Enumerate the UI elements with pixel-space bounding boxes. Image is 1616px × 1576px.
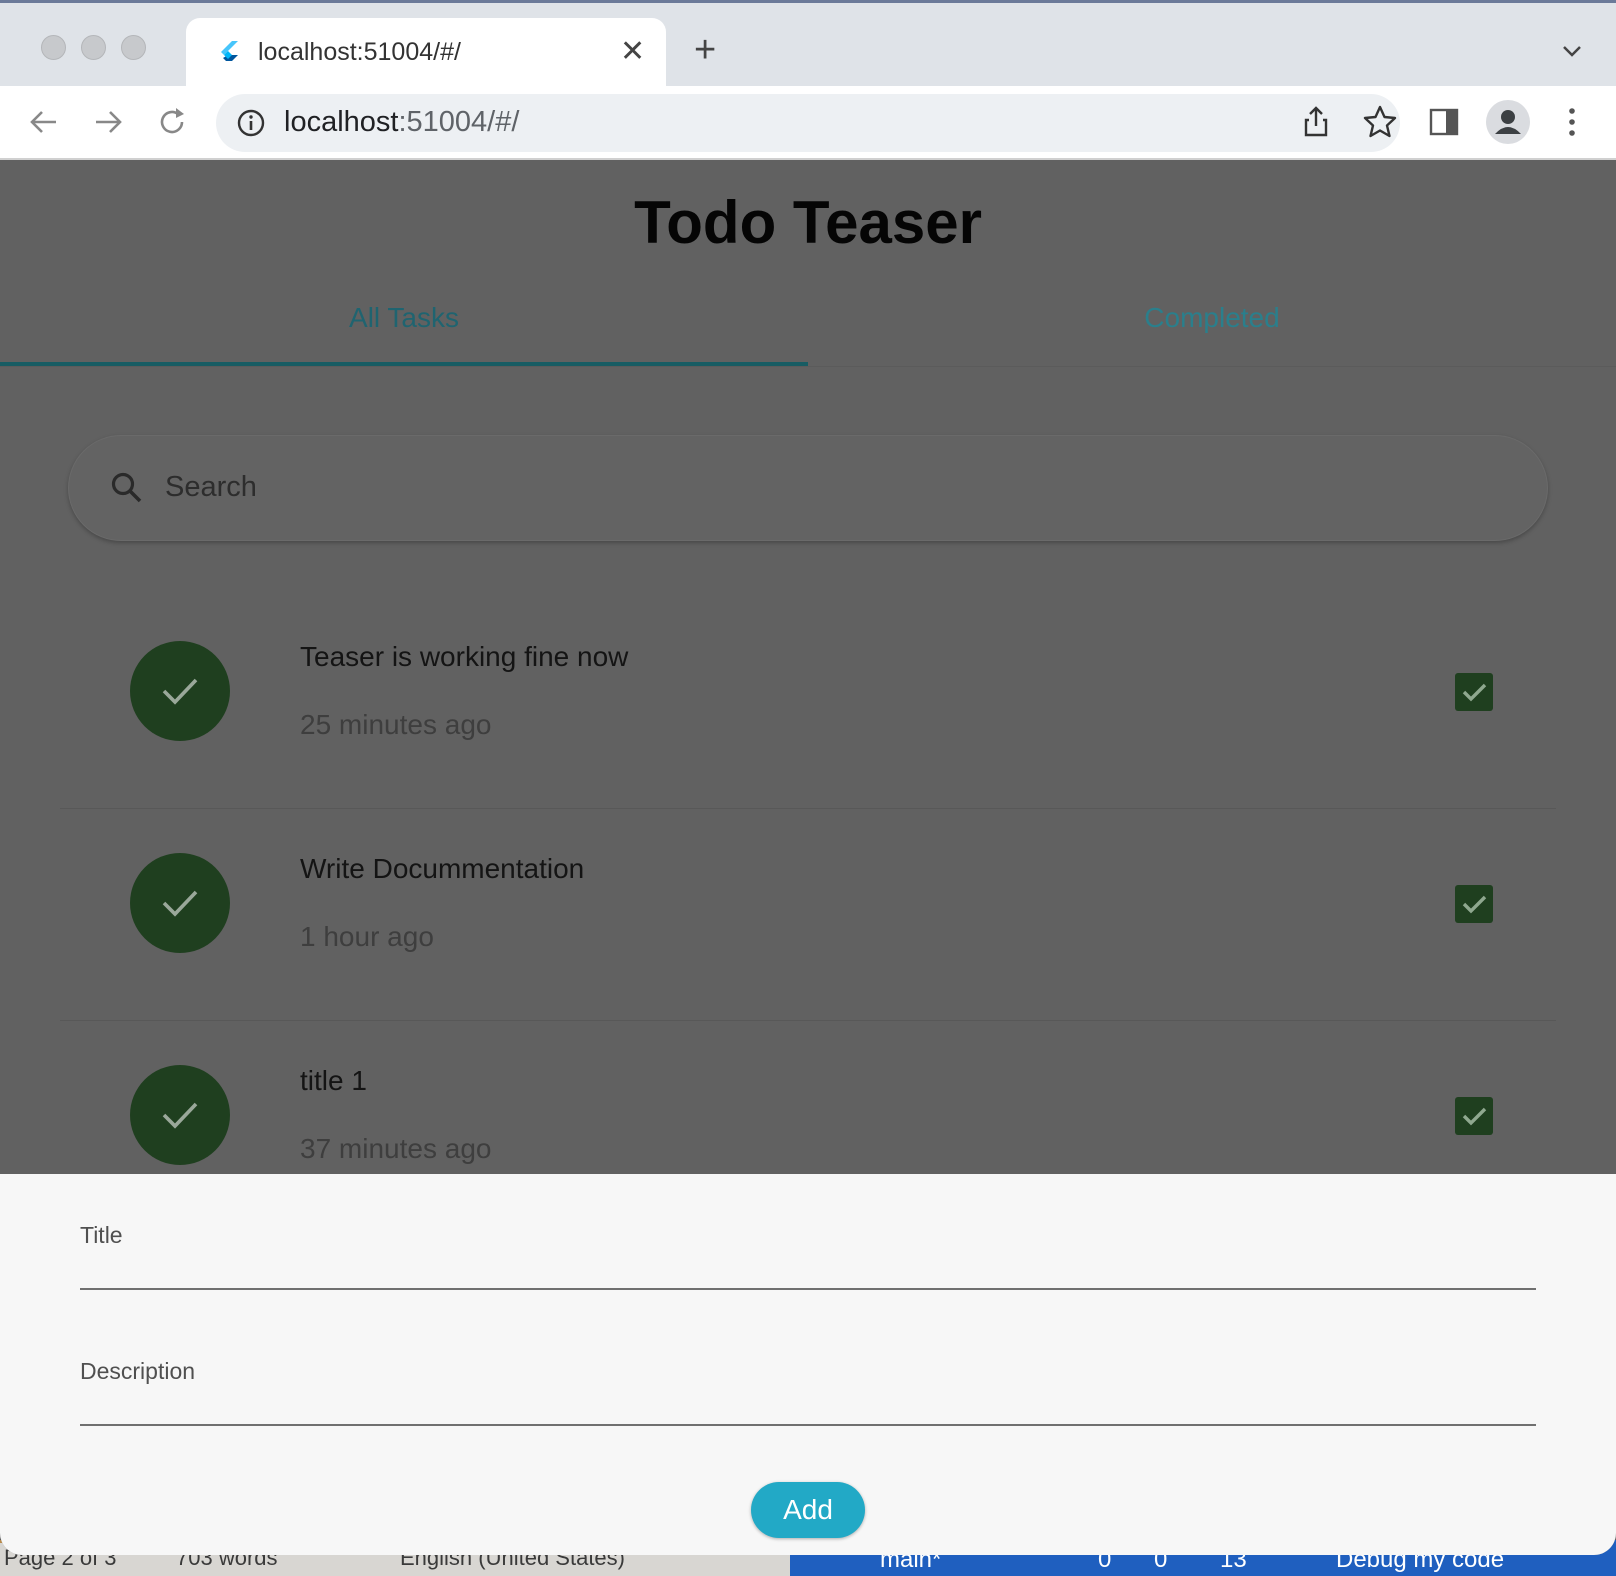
search-icon bbox=[111, 472, 142, 503]
info-icon[interactable] bbox=[236, 108, 266, 138]
title-field[interactable]: Title bbox=[80, 1210, 1536, 1290]
task-time: 1 hour ago bbox=[300, 921, 434, 952]
close-tab-icon[interactable]: ✕ bbox=[620, 34, 645, 69]
profile-avatar-icon[interactable] bbox=[1486, 100, 1530, 144]
tab-completed[interactable]: Completed bbox=[808, 280, 1616, 368]
tab-divider bbox=[0, 366, 1616, 367]
task-title: Write Docummentation bbox=[300, 853, 585, 884]
forward-icon[interactable] bbox=[90, 104, 126, 140]
url-path: :51004/#/ bbox=[398, 106, 520, 138]
title-input[interactable] bbox=[80, 1250, 1536, 1286]
completed-avatar bbox=[130, 853, 230, 953]
completed-avatar bbox=[130, 641, 230, 741]
task-time: 37 minutes ago bbox=[300, 1133, 492, 1164]
check-icon bbox=[162, 1102, 198, 1129]
task-checkbox[interactable] bbox=[1455, 1097, 1493, 1135]
back-icon[interactable] bbox=[26, 104, 62, 140]
task-checkbox[interactable] bbox=[1455, 673, 1493, 711]
description-input[interactable] bbox=[80, 1386, 1536, 1422]
check-icon bbox=[162, 678, 198, 705]
title-label: Title bbox=[80, 1222, 123, 1248]
flutter-icon bbox=[221, 41, 238, 61]
task-title: title 1 bbox=[300, 1065, 367, 1096]
add-task-sheet: Title Description Add bbox=[0, 1174, 1616, 1555]
tab-all-tasks[interactable]: All Tasks bbox=[0, 280, 808, 368]
browser-toolbar: localhost:51004/#/ bbox=[0, 86, 1616, 160]
address-bar[interactable]: localhost:51004/#/ bbox=[216, 94, 1400, 152]
task-checkbox[interactable] bbox=[1455, 885, 1493, 923]
more-menu-icon[interactable] bbox=[1552, 102, 1592, 142]
task-time: 25 minutes ago bbox=[300, 709, 492, 740]
checkbox-check-icon bbox=[1462, 895, 1487, 914]
task-item[interactable]: Teaser is working fine now 25 minutes ag… bbox=[60, 597, 1556, 809]
app-tabs: All Tasks Completed bbox=[0, 280, 1616, 368]
search-input[interactable] bbox=[165, 462, 1465, 512]
bookmark-star-icon[interactable] bbox=[1360, 102, 1400, 142]
url-text: localhost:51004/#/ bbox=[284, 106, 519, 139]
share-icon[interactable] bbox=[1296, 102, 1336, 142]
task-title: Teaser is working fine now bbox=[300, 641, 629, 672]
description-field[interactable]: Description bbox=[80, 1346, 1536, 1426]
tab-strip: localhost:51004/#/ ✕ + bbox=[0, 0, 1616, 89]
new-tab-icon[interactable]: + bbox=[694, 31, 716, 69]
minimize-window-button[interactable] bbox=[81, 35, 106, 60]
checkbox-check-icon bbox=[1462, 683, 1487, 702]
checkbox-check-icon bbox=[1462, 1107, 1487, 1126]
maximize-window-button[interactable] bbox=[121, 35, 146, 60]
search-bar[interactable] bbox=[68, 435, 1548, 541]
chevron-down-icon[interactable] bbox=[1560, 39, 1584, 63]
side-panel-icon[interactable] bbox=[1424, 102, 1464, 142]
app-title: Todo Teaser bbox=[634, 189, 982, 256]
browser-tab[interactable]: localhost:51004/#/ ✕ bbox=[186, 18, 666, 89]
add-button[interactable]: Add bbox=[751, 1482, 865, 1538]
check-icon bbox=[162, 890, 198, 917]
completed-avatar bbox=[130, 1065, 230, 1165]
tab-title: localhost:51004/#/ bbox=[258, 38, 461, 66]
description-label: Description bbox=[80, 1358, 196, 1384]
reload-icon[interactable] bbox=[154, 104, 190, 140]
task-item[interactable]: Write Docummentation 1 hour ago bbox=[60, 809, 1556, 1021]
url-host: localhost bbox=[284, 106, 399, 138]
browser-window: localhost:51004/#/ ✕ + localhost:51004/#… bbox=[0, 0, 1616, 1555]
close-window-button[interactable] bbox=[41, 35, 66, 60]
